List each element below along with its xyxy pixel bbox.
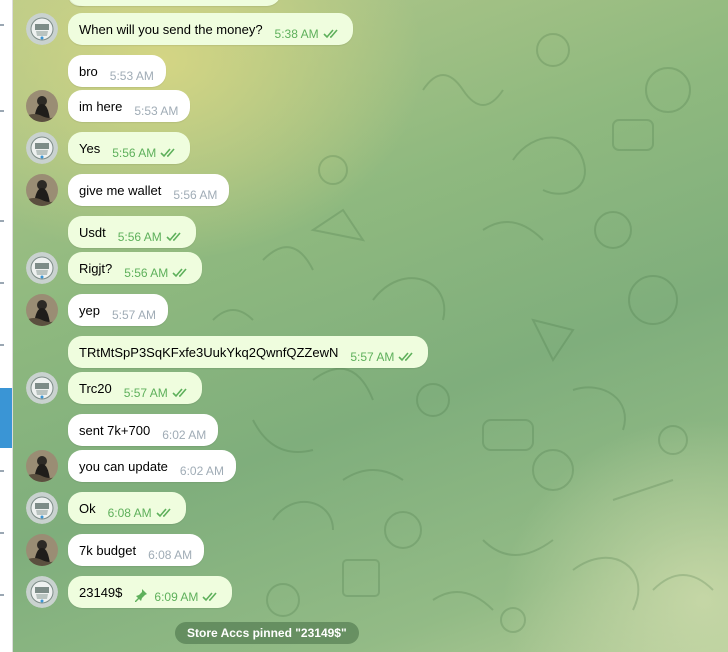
- store-avatar[interactable]: [26, 576, 58, 608]
- message-time: 5:53 AM: [134, 104, 179, 118]
- incoming-message[interactable]: you can update 6:02 AM: [68, 450, 236, 482]
- store-avatar[interactable]: [26, 13, 58, 45]
- avatar-image: [26, 132, 58, 164]
- incoming-message[interactable]: yep 5:57 AM: [68, 294, 168, 326]
- message-time: 6:08 AM: [107, 506, 152, 520]
- read-receipt-icon: [323, 29, 338, 39]
- sidebar-edge-mark: [0, 594, 4, 596]
- message-text: give me wallet: [79, 182, 162, 198]
- outgoing-message[interactable]: Rigjt? 5:56 AM: [68, 252, 203, 284]
- message-time: 5:53 AM: [109, 69, 154, 83]
- message-time: 6:08 AM: [148, 548, 193, 562]
- sidebar-edge-mark: [0, 470, 4, 472]
- store-avatar[interactable]: [26, 372, 58, 404]
- message-time: 5:56 AM: [117, 230, 162, 244]
- message-text: sent 7k+700: [79, 422, 151, 438]
- sidebar-edge-mark: [0, 344, 4, 346]
- message-text: Trc20: [79, 380, 112, 396]
- message-time: 6:09 AM: [154, 590, 199, 604]
- avatar-image: [26, 294, 58, 326]
- store-avatar[interactable]: [26, 252, 58, 284]
- message-time: 5:56 AM: [112, 146, 157, 160]
- store-avatar[interactable]: [26, 492, 58, 524]
- read-receipt-icon: [160, 148, 175, 158]
- read-receipt-icon: [202, 592, 218, 602]
- avatar-image: [26, 372, 58, 404]
- sidebar-edge-mark: [0, 220, 4, 222]
- contact-avatar[interactable]: [26, 294, 58, 326]
- contact-avatar[interactable]: [26, 174, 58, 206]
- sidebar-edge-mark: [0, 282, 4, 284]
- read-receipt-icon: [156, 508, 171, 518]
- sidebar-edge-mark: [0, 24, 4, 26]
- message-text: Rigjt?: [79, 260, 113, 276]
- outgoing-message[interactable]: 23149$ 6:09 AM: [68, 576, 233, 608]
- avatar-image: [26, 576, 58, 608]
- contact-avatar[interactable]: [26, 534, 58, 566]
- outgoing-message[interactable]: TRtMtSpP3SqKFxfe3UukYkq2QwnfQZZewN 5:57 A…: [68, 336, 429, 368]
- message-text: TRtMtSpP3SqKFxfe3UukYkq2QwnfQZZewN: [79, 344, 339, 360]
- message-text: 7k budget: [79, 542, 137, 558]
- message-time: 5:56 AM: [124, 266, 169, 280]
- read-receipt-icon: [172, 268, 187, 278]
- message-time: 5:56 AM: [173, 188, 218, 202]
- avatar-image: [26, 492, 58, 524]
- read-receipt-icon: [166, 232, 181, 242]
- contact-avatar[interactable]: [26, 90, 58, 122]
- outgoing-message[interactable]: When will you send the money? 5:38 AM: [68, 13, 353, 45]
- message-time: 5:38 AM: [274, 27, 319, 41]
- message-time: 5:57 AM: [111, 308, 156, 322]
- avatar-image: [26, 13, 58, 45]
- store-avatar[interactable]: [26, 132, 58, 164]
- incoming-message[interactable]: 7k budget 6:08 AM: [68, 534, 205, 566]
- read-receipt-icon: [172, 388, 187, 398]
- message-time: 6:02 AM: [179, 464, 224, 478]
- outgoing-message[interactable]: Usdt 5:56 AM: [68, 216, 196, 248]
- message-text: yep: [79, 302, 100, 318]
- sidebar-edge-mark: [0, 532, 4, 534]
- avatar-image: [26, 90, 58, 122]
- message-text: Yes: [79, 140, 101, 156]
- avatar-image: [26, 174, 58, 206]
- avatar-image: [26, 252, 58, 284]
- incoming-message[interactable]: im here 5:53 AM: [68, 90, 191, 122]
- contact-avatar[interactable]: [26, 450, 58, 482]
- sidebar-edge-mark: [0, 110, 4, 112]
- read-receipt-icon: [398, 352, 413, 362]
- avatar-image: [26, 450, 58, 482]
- message-time: 5:57 AM: [350, 350, 395, 364]
- outgoing-message[interactable]: Ok 6:08 AM: [68, 492, 186, 524]
- incoming-message[interactable]: sent 7k+700 6:02 AM: [68, 414, 219, 446]
- message-text: Usdt: [79, 224, 106, 240]
- chat-list-sidebar: [0, 0, 13, 652]
- message-time: 6:02 AM: [162, 428, 207, 442]
- message-text: im here: [79, 98, 123, 114]
- message-text: When will you send the money?: [79, 21, 263, 37]
- message-time: 5:57 AM: [123, 386, 168, 400]
- previous-message-cutoff[interactable]: [68, 0, 281, 6]
- incoming-message[interactable]: give me wallet 5:56 AM: [68, 174, 230, 206]
- incoming-message[interactable]: bro 5:53 AM: [68, 55, 166, 87]
- avatar-image: [26, 534, 58, 566]
- message-text: Ok: [79, 500, 96, 516]
- message-text: 23149$: [79, 584, 123, 600]
- sidebar-selected-chat[interactable]: [0, 388, 12, 448]
- outgoing-message[interactable]: Yes 5:56 AM: [68, 132, 191, 164]
- message-text: bro: [79, 63, 98, 79]
- pinned-notice: Store Accs pinned "23149$": [175, 622, 359, 644]
- message-text: you can update: [79, 458, 168, 474]
- outgoing-message[interactable]: Trc20 5:57 AM: [68, 372, 202, 404]
- pin-icon: [135, 589, 148, 602]
